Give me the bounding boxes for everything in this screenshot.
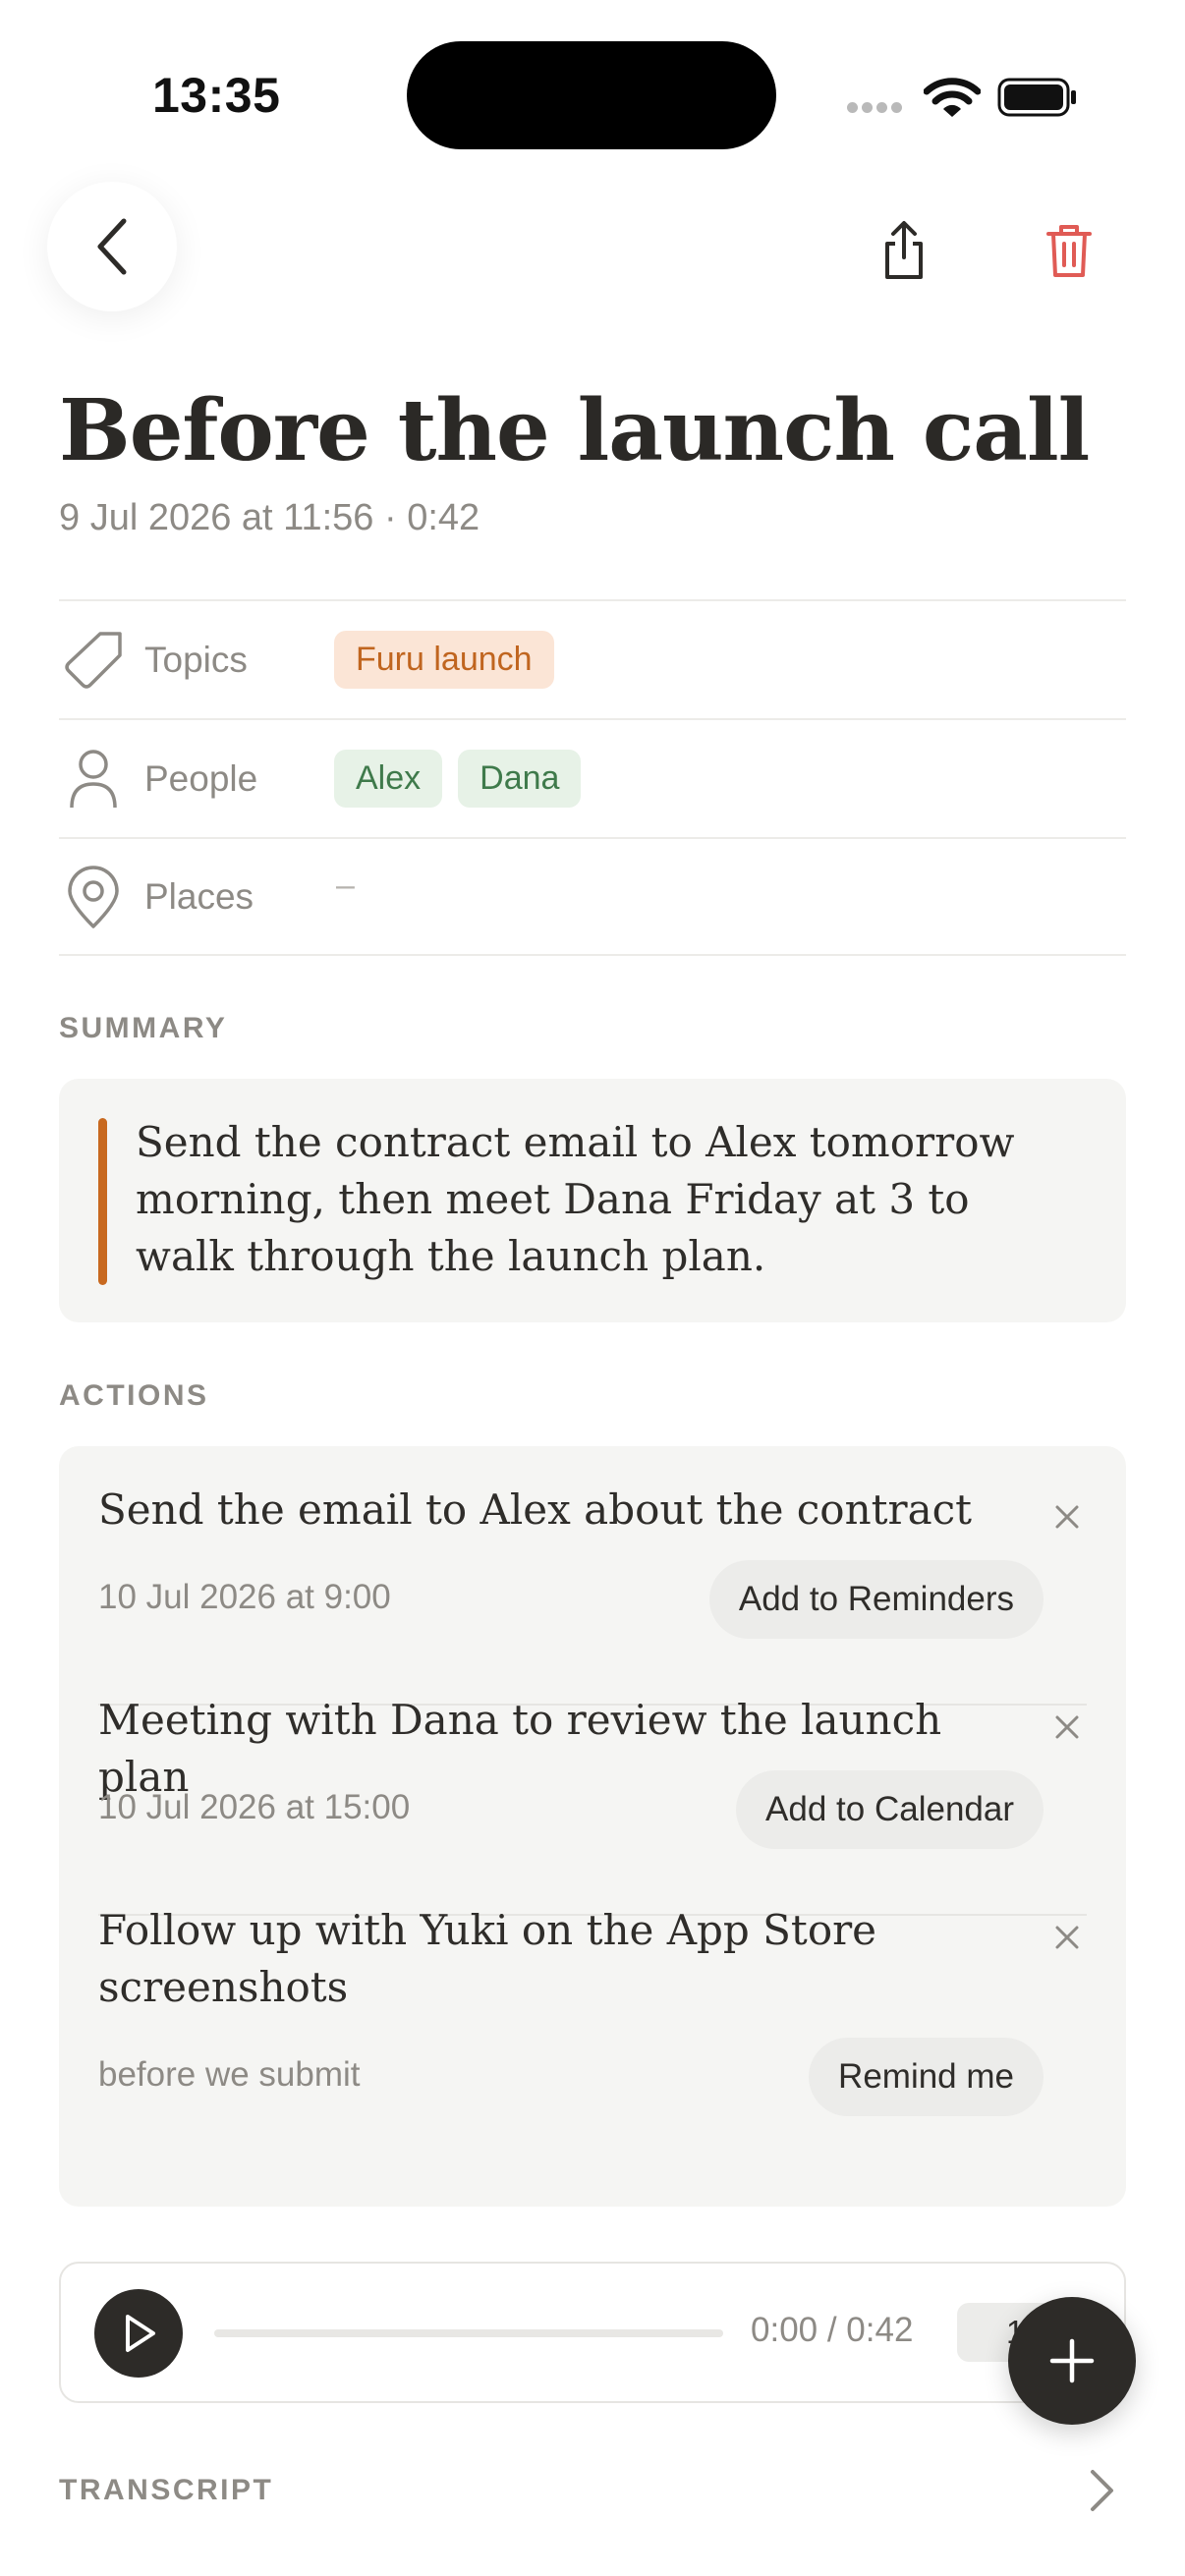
action-title: Follow up with Yuki on the App Store scr… <box>98 1906 877 2011</box>
chevron-left-icon <box>97 218 127 275</box>
cellular-signal-icon <box>847 102 902 113</box>
places-empty-value: – <box>336 867 355 904</box>
people-row[interactable]: People Alex Dana <box>59 718 1126 837</box>
page-title: Before the launch call <box>59 381 1090 480</box>
close-icon <box>1055 1505 1079 1529</box>
tag-icon <box>59 626 128 695</box>
action-item: Send the email to Alex about the contrac… <box>98 1482 1087 1678</box>
person-chip-dana[interactable]: Dana <box>458 750 582 808</box>
trash-icon <box>1046 225 1092 277</box>
actions-heading: ACTIONS <box>59 1379 209 1412</box>
action-title: Send the email to Alex about the contrac… <box>98 1485 973 1534</box>
dismiss-action-button[interactable] <box>1047 1708 1087 1747</box>
close-icon <box>1055 1715 1079 1739</box>
note-date-duration: 9 Jul 2026 at 11:56 · 0:42 <box>59 497 480 538</box>
status-time: 13:35 <box>152 68 281 123</box>
action-item: Follow up with Yuki on the App Store scr… <box>98 1902 1087 2177</box>
topics-row[interactable]: Topics Furu launch <box>59 599 1126 718</box>
delete-button[interactable] <box>1030 211 1108 290</box>
topic-chip[interactable]: Furu launch <box>334 631 554 689</box>
play-icon <box>126 2315 155 2352</box>
transcript-heading: TRANSCRIPT <box>59 2474 274 2506</box>
actions-card: Send the email to Alex about the contrac… <box>59 1446 1126 2207</box>
places-row[interactable]: Places – <box>59 837 1126 956</box>
topics-label: Topics <box>144 639 248 680</box>
transcript-row[interactable]: TRANSCRIPT <box>59 2456 1126 2525</box>
battery-icon <box>997 78 1076 117</box>
add-to-calendar-button[interactable]: Add to Calendar <box>736 1770 1044 1849</box>
action-date: before we submit <box>98 2055 361 2094</box>
share-icon <box>885 221 923 279</box>
action-item: Meeting with Dana to review the launch p… <box>98 1692 1087 1888</box>
summary-heading: SUMMARY <box>59 1012 228 1044</box>
chevron-right-icon <box>1077 2466 1126 2515</box>
action-date: 10 Jul 2026 at 9:00 <box>98 1578 391 1616</box>
places-label: Places <box>144 875 254 917</box>
new-note-button[interactable] <box>1008 2297 1136 2425</box>
playback-time: 0:00 / 0:42 <box>751 2311 914 2349</box>
add-to-reminders-button[interactable]: Add to Reminders <box>708 1560 1044 1639</box>
people-label: People <box>144 757 258 799</box>
person-icon <box>59 745 128 813</box>
wifi-icon <box>924 78 981 117</box>
remind-me-button[interactable]: Remind me <box>809 2038 1044 2116</box>
person-chip-alex[interactable]: Alex <box>334 750 443 808</box>
plus-icon <box>1049 2338 1095 2383</box>
summary-accent-bar <box>98 1118 107 1285</box>
action-date: 10 Jul 2026 at 15:00 <box>98 1788 411 1826</box>
audio-player: 0:00 / 0:42 1 <box>59 2262 1126 2403</box>
back-button[interactable] <box>47 182 177 311</box>
map-pin-icon <box>59 863 128 931</box>
playback-progress-bar[interactable] <box>214 2329 723 2337</box>
note-metadata: Topics Furu launch People Alex Dana Plac… <box>59 599 1126 956</box>
dismiss-action-button[interactable] <box>1047 1918 1087 1957</box>
dismiss-action-button[interactable] <box>1047 1497 1087 1537</box>
close-icon <box>1055 1926 1079 1949</box>
summary-card: Send the contract email to Alex tomorrow… <box>59 1079 1126 1322</box>
dynamic-island <box>407 41 776 149</box>
play-button[interactable] <box>94 2289 183 2378</box>
summary-text: Send the contract email to Alex tomorrow… <box>136 1118 1015 1280</box>
share-button[interactable] <box>865 211 943 290</box>
